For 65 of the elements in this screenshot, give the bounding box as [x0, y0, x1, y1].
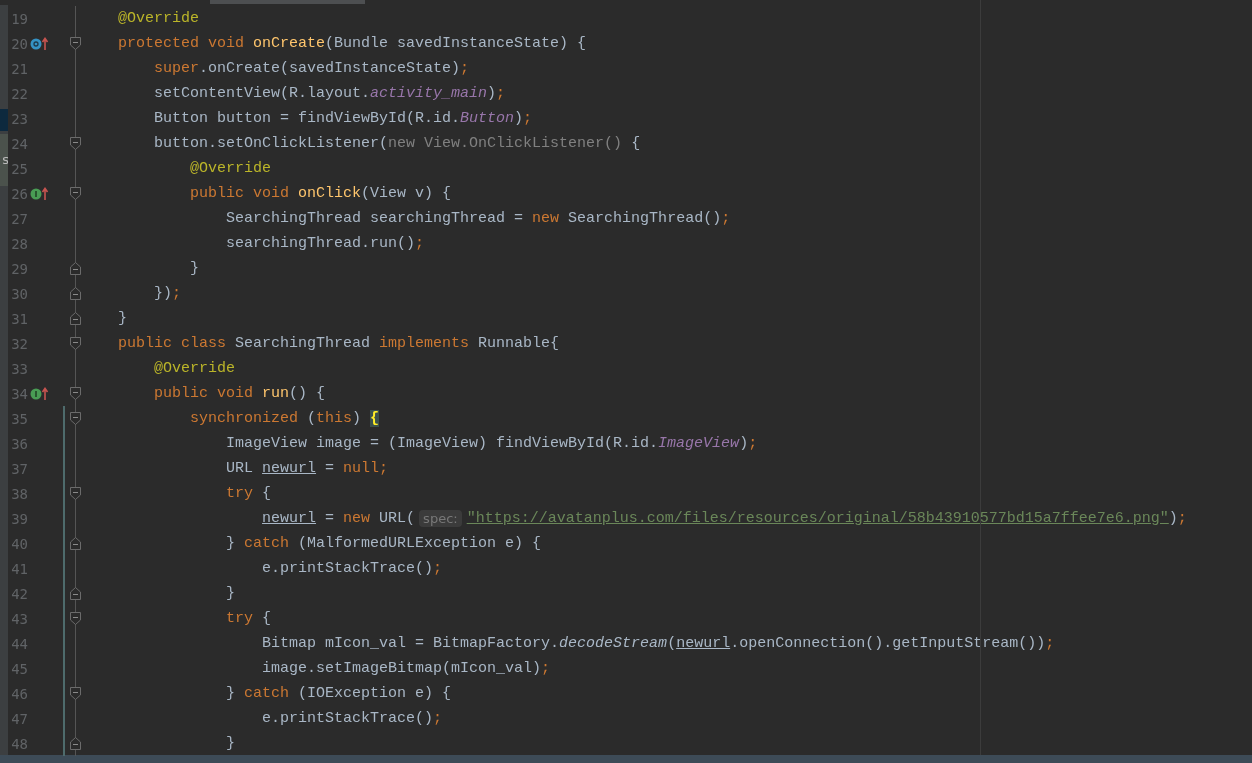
line-number: 47	[10, 710, 28, 727]
line-number: 42	[10, 585, 28, 602]
code-text: Button button = findViewById(R.id.Button);	[153, 110, 533, 127]
line-number: 44	[10, 635, 28, 652]
line-number: 24	[10, 135, 28, 152]
code-text: }	[189, 260, 200, 277]
code-text: button.setOnClickListener(new View.OnClickListener() {	[153, 135, 641, 152]
line-number: 23	[10, 110, 28, 127]
line-number: 29	[10, 260, 28, 277]
line-number: 21	[10, 60, 28, 77]
code-text: URL newurl = null;	[225, 460, 389, 477]
line-number: 35	[10, 410, 28, 427]
code-text: setContentView(R.layout.activity_main);	[153, 85, 506, 102]
code-text: "https://avatanplus.com/files/resources/original/58b43910577bd15a7ffee7e6.png");	[466, 510, 1187, 527]
code-text: });	[153, 285, 182, 302]
code-text: public void onClick(View v) {	[189, 185, 452, 202]
code-text: @Override	[153, 360, 236, 377]
line-number: 34	[10, 385, 28, 402]
parameter-hint: spec:	[419, 510, 462, 527]
side-tab[interactable]	[0, 109, 8, 131]
code-text: searchingThread.run();	[225, 235, 425, 252]
line-number: 36	[10, 435, 28, 452]
line-number: 48	[10, 735, 28, 752]
line-number: 31	[10, 310, 28, 327]
line-number: 41	[10, 560, 28, 577]
line-number: 30	[10, 285, 28, 302]
code-text: ImageView image = (ImageView) findViewById(R.id.ImageView);	[225, 435, 758, 452]
code-text: }	[225, 735, 236, 752]
code-text: public class SearchingThread implements Runnable{	[118, 335, 560, 352]
code-text: image.setImageBitmap(mIcon_val);	[261, 660, 551, 677]
code-text: @Override	[189, 160, 272, 177]
code-text: @Override	[118, 10, 199, 27]
code-text: try {	[225, 610, 272, 627]
code-text: newurl = new URL(	[261, 510, 416, 527]
code-text: e.printStackTrace();	[261, 710, 443, 727]
line-number: 33	[10, 360, 28, 377]
scrollbar-thumb[interactable]	[210, 0, 365, 4]
line-number: 20	[10, 35, 28, 52]
code-text: protected void onCreate(Bundle savedInstanceState) {	[118, 35, 587, 52]
line-number: 32	[10, 335, 28, 352]
code-text: } catch (IOException e) {	[225, 685, 452, 702]
line-number: 19	[10, 10, 28, 27]
line-number: 26	[10, 185, 28, 202]
line-number: 22	[10, 85, 28, 102]
line-number: 39	[10, 510, 28, 527]
line-number: 46	[10, 685, 28, 702]
code-text: try {	[225, 485, 272, 502]
side-tab[interactable]: s	[0, 134, 8, 186]
line-number: 38	[10, 485, 28, 502]
code-text: } catch (MalformedURLException e) {	[225, 535, 542, 552]
code-text: super.onCreate(savedInstanceState);	[153, 60, 470, 77]
code-text: e.printStackTrace();	[261, 560, 443, 577]
code-text: public void run() {	[153, 385, 326, 402]
line-number: 43	[10, 610, 28, 627]
code-text: synchronized (this) {	[189, 410, 380, 427]
code-text: SearchingThread searchingThread = new SearchingThread();	[225, 210, 731, 227]
code-text: Bitmap mIcon_val = BitmapFactory.decodeStream(newurl.openConnection().getInputStream());	[261, 635, 1055, 652]
code-text: }	[118, 310, 127, 327]
line-number: 37	[10, 460, 28, 477]
line-number: 27	[10, 210, 28, 227]
line-number: 25	[10, 160, 28, 177]
line-number: 45	[10, 660, 28, 677]
code-text: }	[225, 585, 236, 602]
line-number: 40	[10, 535, 28, 552]
line-number: 28	[10, 235, 28, 252]
